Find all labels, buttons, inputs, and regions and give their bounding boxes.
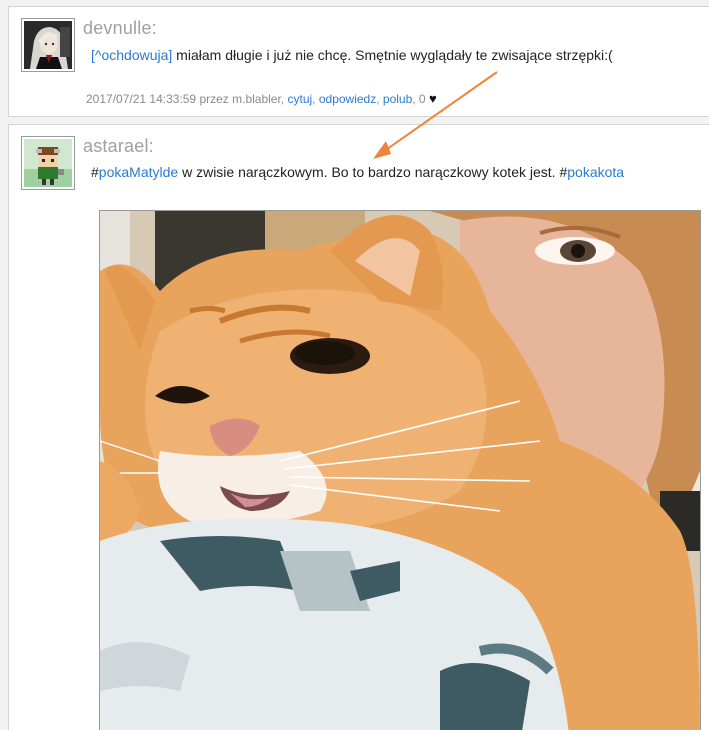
username[interactable]: astarael: <box>83 136 154 157</box>
pixel-character-avatar-icon <box>24 139 72 187</box>
timestamp-author: 2017/07/21 14:33:59 przez m.blabler, <box>86 92 288 106</box>
post-text: w zwisie narączkowym. Bo to bardzo narąc… <box>178 164 560 180</box>
heart-icon: ♥ <box>428 91 437 106</box>
post-meta: 2017/07/21 14:33:59 przez m.blabler, cyt… <box>86 91 437 106</box>
hashtag-symbol: # <box>91 164 99 180</box>
hashtag-pokamatylde-link[interactable]: pokaMatylde <box>99 164 178 180</box>
reply-link[interactable]: odpowiedz <box>319 92 376 106</box>
separator: , <box>376 92 383 106</box>
anime-girl-avatar-icon <box>24 21 72 69</box>
orange-cat-selfie-photo <box>100 211 700 730</box>
avatar-devnulle[interactable] <box>21 18 75 72</box>
hashtag-pokakota-link[interactable]: pokakota <box>567 164 624 180</box>
post-astarael: astarael: #pokaMatylde w zwisie narączko… <box>8 124 709 730</box>
post-text: miałam długie i już nie chcę. Smętnie wy… <box>172 47 613 63</box>
post-photo[interactable] <box>99 210 701 730</box>
separator: , <box>312 92 319 106</box>
avatar-astarael[interactable] <box>21 136 75 190</box>
quote-link[interactable]: cytuj <box>287 92 312 106</box>
like-link[interactable]: polub <box>383 92 412 106</box>
post-devnulle: devnulle: [^ochdowuja] miałam długie i j… <box>8 6 709 117</box>
username[interactable]: devnulle: <box>83 18 157 39</box>
likes-count: , 0 <box>412 92 429 106</box>
post-content: #pokaMatylde w zwisie narączkowym. Bo to… <box>91 164 624 180</box>
post-content: [^ochdowuja] miałam długie i już nie chc… <box>91 47 613 63</box>
reply-to-user-link[interactable]: ochdowuja <box>101 47 168 63</box>
reply-bracket-open: [^ <box>91 47 102 63</box>
